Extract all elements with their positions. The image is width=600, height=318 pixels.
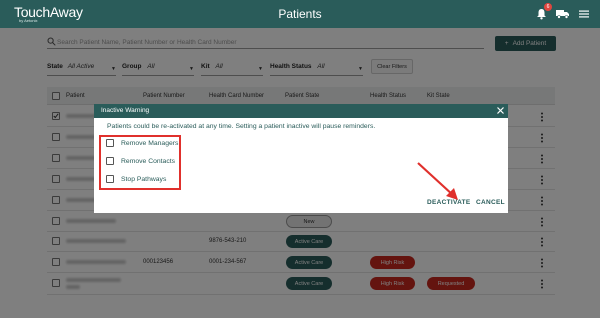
top-bar: TouchAway by Aetonix Patients 6 — [0, 0, 600, 28]
inactive-warning-dialog: Inactive Warning Patients could be re-ac… — [94, 104, 508, 213]
remove-contacts-label: Remove Contacts — [121, 157, 176, 165]
remove-contacts-checkbox[interactable] — [106, 157, 114, 165]
stop-pathways-label: Stop Pathways — [121, 175, 167, 183]
stop-pathways-checkbox[interactable] — [106, 175, 114, 183]
deactivate-button[interactable]: DEACTIVATE — [427, 199, 471, 206]
dialog-message: Patients could be re-activated at any ti… — [107, 123, 376, 130]
option-remove-managers[interactable]: Remove Managers — [106, 138, 178, 148]
option-remove-contacts[interactable]: Remove Contacts — [106, 156, 175, 166]
dialog-title: Inactive Warning — [101, 107, 150, 114]
close-icon[interactable] — [496, 106, 505, 115]
truck-icon[interactable] — [556, 9, 570, 19]
notification-badge: 6 — [544, 3, 552, 11]
cancel-button[interactable]: CANCEL — [476, 199, 505, 206]
remove-managers-label: Remove Managers — [121, 139, 179, 147]
hamburger-menu-icon[interactable] — [579, 9, 589, 19]
option-stop-pathways[interactable]: Stop Pathways — [106, 174, 166, 184]
page-title: Patients — [278, 7, 322, 21]
remove-managers-checkbox[interactable] — [106, 139, 114, 147]
dialog-header: Inactive Warning — [94, 104, 508, 118]
